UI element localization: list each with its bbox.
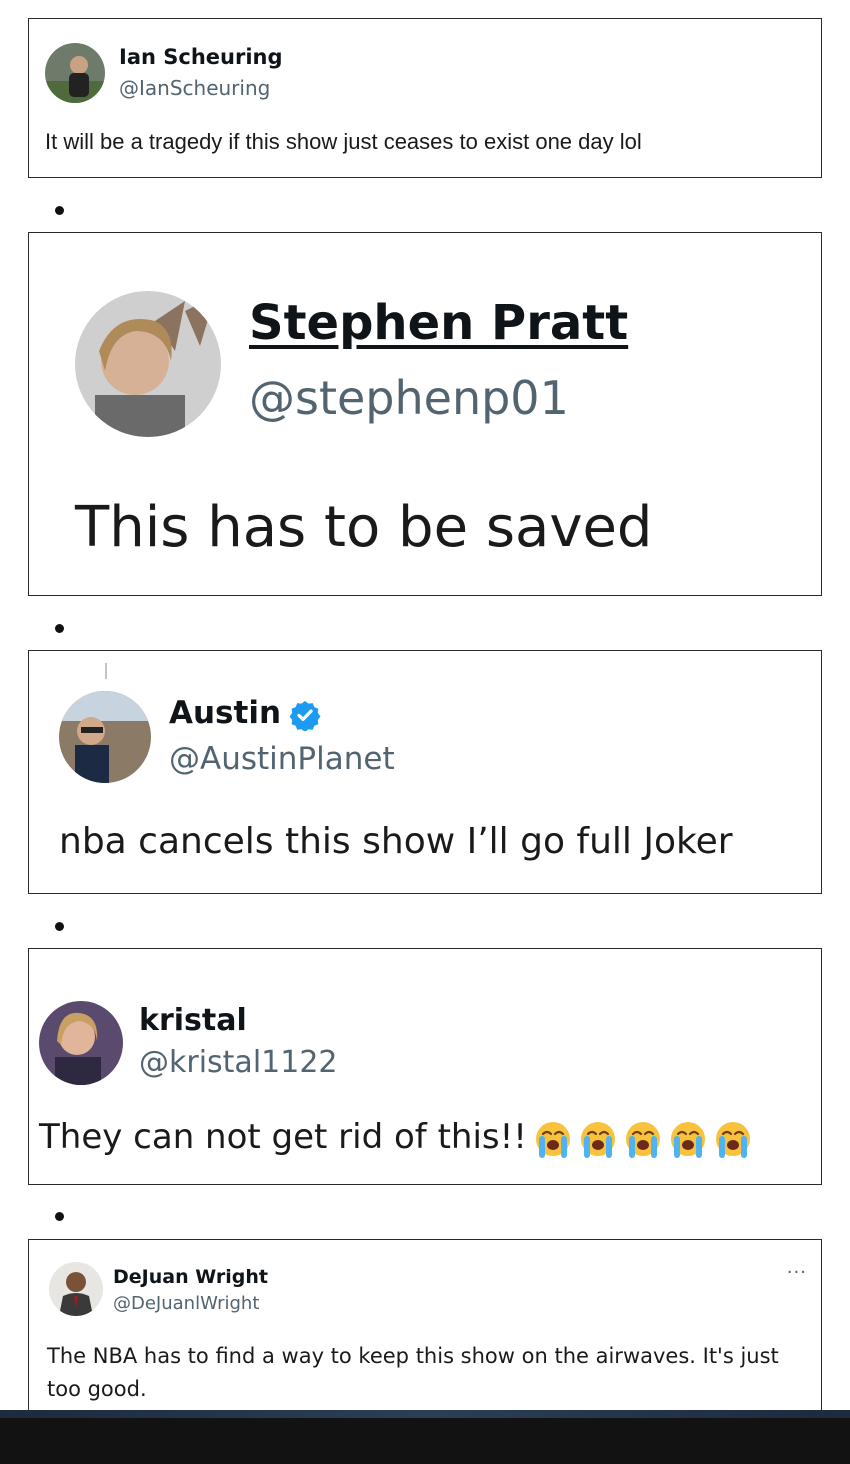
tweet-card-ian: Ian Scheuring @IanScheuring It will be a… bbox=[28, 18, 822, 178]
author-name[interactable]: kristal bbox=[139, 1003, 247, 1038]
author-name[interactable]: Stephen Pratt bbox=[249, 295, 628, 351]
list-bullet bbox=[55, 206, 64, 215]
list-bullet bbox=[55, 922, 64, 931]
author-name[interactable]: DeJuan Wright bbox=[113, 1266, 268, 1288]
avatar-image-icon bbox=[45, 43, 105, 103]
emoji-row bbox=[533, 1118, 758, 1160]
list-bullet bbox=[55, 1212, 64, 1221]
avatar-image-icon bbox=[39, 1001, 123, 1085]
avatar[interactable] bbox=[75, 291, 221, 437]
bottom-bar bbox=[0, 1410, 850, 1464]
tweet-card-stephen: Stephen Pratt @stephenp01 This has to be… bbox=[28, 232, 822, 596]
tweet-text: It will be a tragedy if this show just c… bbox=[45, 129, 642, 154]
tweet-text: This has to be saved bbox=[75, 495, 653, 560]
more-options-icon[interactable]: ··· bbox=[787, 1262, 807, 1283]
avatar[interactable] bbox=[39, 1001, 123, 1085]
avatar[interactable] bbox=[45, 43, 105, 103]
tweet-text: They can not get rid of this!! bbox=[39, 1117, 527, 1157]
author-name[interactable]: Ian Scheuring bbox=[119, 45, 283, 69]
avatar-image-icon bbox=[75, 291, 221, 437]
tweet-text: The NBA has to find a way to keep this s… bbox=[47, 1344, 779, 1401]
author-handle[interactable]: @DeJuanlWright bbox=[113, 1293, 259, 1314]
list-bullet bbox=[55, 624, 64, 633]
loudly-crying-face-icon bbox=[533, 1119, 573, 1159]
author-handle[interactable]: @stephenp01 bbox=[249, 371, 569, 425]
verified-badge-icon bbox=[289, 700, 321, 731]
tweet-text-row: They can not get rid of this!! bbox=[39, 1117, 758, 1159]
tweet-card-kristal: kristal @kristal1122 They can not get ri… bbox=[28, 948, 822, 1185]
avatar-image-icon bbox=[49, 1262, 103, 1316]
loudly-crying-face-icon bbox=[668, 1119, 708, 1159]
tweet-card-austin: Austin @AustinPlanet nba cancels this sh… bbox=[28, 650, 822, 894]
tweet-text: nba cancels this show I’ll go full Joker bbox=[59, 821, 733, 862]
author-handle[interactable]: @AustinPlanet bbox=[169, 741, 395, 777]
author-handle[interactable]: @IanScheuring bbox=[119, 76, 270, 100]
bottom-bar-accent bbox=[0, 1410, 850, 1418]
avatar[interactable] bbox=[49, 1262, 103, 1316]
author-handle[interactable]: @kristal1122 bbox=[139, 1045, 338, 1080]
author-name-text[interactable]: Austin bbox=[169, 695, 281, 731]
thread-line bbox=[105, 663, 107, 679]
author-name[interactable]: Austin bbox=[169, 695, 321, 731]
avatar[interactable] bbox=[59, 691, 151, 783]
avatar-image-icon bbox=[59, 691, 151, 783]
loudly-crying-face-icon bbox=[623, 1119, 663, 1159]
tweet-card-dejuan: DeJuan Wright @DeJuanlWright ··· The NBA… bbox=[28, 1239, 822, 1439]
loudly-crying-face-icon bbox=[713, 1119, 753, 1159]
loudly-crying-face-icon bbox=[578, 1119, 618, 1159]
